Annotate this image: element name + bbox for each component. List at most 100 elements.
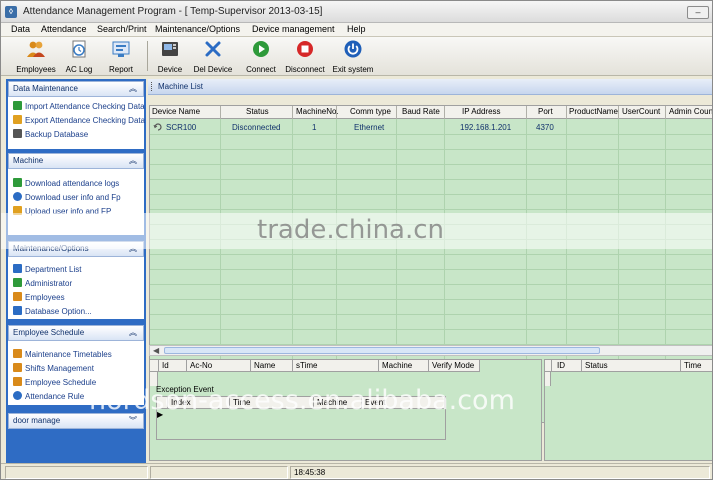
collapse-chevron-icon[interactable]: ︽ bbox=[129, 154, 137, 168]
sidebar-item-download-logs[interactable]: Download attendance logs bbox=[8, 177, 144, 191]
employees-icon bbox=[27, 41, 45, 57]
disconnect-button[interactable]: Disconnect bbox=[283, 39, 327, 74]
column-header[interactable]: Id bbox=[162, 361, 169, 370]
sidebar-item-label: Export Attendance Checking Data bbox=[25, 116, 146, 125]
cell-machine-no: 1 bbox=[312, 123, 317, 132]
log-columns: Id Ac-No Name sTime Machine Verify Mode bbox=[150, 360, 480, 372]
employees-icon bbox=[13, 292, 22, 301]
panel-header-machine[interactable]: Machine ︽ bbox=[8, 153, 144, 169]
column-header[interactable]: UserCount bbox=[622, 107, 660, 116]
machine-list-title: Machine List bbox=[158, 82, 203, 91]
column-header[interactable]: Time bbox=[684, 361, 701, 370]
column-header[interactable]: ProductName bbox=[569, 107, 618, 116]
sidebar-item-employees[interactable]: Employees bbox=[8, 291, 144, 305]
machine-list-header: Machine List bbox=[148, 79, 712, 95]
sidebar-item-database-option[interactable]: Database Option... bbox=[8, 305, 144, 319]
employees-label: Employees bbox=[16, 65, 56, 74]
menu-attendance[interactable]: Attendance bbox=[41, 24, 87, 34]
ac-log-label: AC Log bbox=[65, 65, 93, 74]
device-button[interactable]: Device bbox=[153, 39, 187, 74]
column-header[interactable]: Port bbox=[538, 107, 553, 116]
column-header[interactable]: ID bbox=[557, 361, 565, 370]
side-status-grid[interactable]: ID Status Time bbox=[544, 359, 712, 461]
toolbar-separator bbox=[147, 41, 148, 71]
column-header[interactable]: Ac-No bbox=[190, 361, 212, 370]
ac-log-icon bbox=[72, 40, 86, 58]
import-icon bbox=[13, 101, 22, 110]
download-icon bbox=[13, 178, 22, 187]
column-header[interactable]: IP Address bbox=[462, 107, 501, 116]
collapse-chevron-icon[interactable]: ︽ bbox=[129, 82, 137, 96]
department-icon bbox=[13, 264, 22, 273]
sidebar-item-label: Import Attendance Checking Data bbox=[25, 102, 145, 111]
del-device-button[interactable]: Del Device bbox=[191, 39, 235, 74]
sidebar-item-backup-database[interactable]: Backup Database bbox=[8, 128, 144, 142]
status-panel-2 bbox=[150, 466, 288, 479]
disconnect-icon bbox=[297, 41, 313, 57]
panel-header-data-maintenance[interactable]: Data Maintenance ︽ bbox=[8, 81, 144, 97]
column-header[interactable]: sTime bbox=[296, 361, 317, 370]
sidebar-item-label: Employee Schedule bbox=[25, 378, 97, 387]
ac-log-button[interactable]: AC Log bbox=[61, 39, 97, 74]
title-bar[interactable]: ◊ Attendance Management Program - [ Temp… bbox=[1, 1, 712, 23]
connect-button[interactable]: Connect bbox=[241, 39, 281, 74]
sidebar-item-label: Download attendance logs bbox=[25, 179, 120, 188]
employees-button[interactable]: Employees bbox=[13, 39, 59, 74]
collapse-chevron-icon[interactable]: ︽ bbox=[129, 326, 137, 340]
column-header[interactable]: Device Name bbox=[152, 107, 200, 116]
exit-system-button[interactable]: Exit system bbox=[331, 39, 375, 74]
sidebar-item-label: Administrator bbox=[25, 279, 73, 288]
sidebar-item-label: Employees bbox=[25, 293, 65, 302]
panel-title: Employee Schedule bbox=[13, 328, 85, 337]
rule-icon bbox=[13, 391, 22, 400]
menu-maintenance-options[interactable]: Maintenance/Options bbox=[155, 24, 240, 34]
watermark-alibaba: nordson-access.en.alibaba.com bbox=[89, 385, 515, 416]
status-bar: 18:45:38 bbox=[1, 463, 712, 479]
schedule-icon bbox=[13, 377, 22, 386]
status-time: 18:45:38 bbox=[290, 466, 710, 479]
download-user-icon bbox=[13, 192, 22, 201]
menu-help[interactable]: Help bbox=[347, 24, 366, 34]
column-header[interactable]: Status bbox=[585, 361, 608, 370]
window-title: Attendance Management Program - [ Temp-S… bbox=[23, 6, 323, 17]
sidebar-item-maintenance-timetables[interactable]: Maintenance Timetables bbox=[8, 348, 144, 362]
horizontal-scrollbar[interactable]: ◀ bbox=[149, 345, 712, 356]
administrator-icon bbox=[13, 278, 22, 287]
watermark-trade-china: trade.china.cn bbox=[257, 215, 445, 245]
status-time-text: 18:45:38 bbox=[294, 468, 326, 477]
minimize-button[interactable]: – bbox=[687, 6, 709, 19]
column-header[interactable]: MachineNo. bbox=[296, 107, 339, 116]
status-panel-1 bbox=[5, 466, 148, 479]
scroll-left-icon[interactable]: ◀ bbox=[153, 346, 159, 355]
column-header[interactable]: Admin Count bbox=[669, 107, 712, 116]
sidebar-item-import-data[interactable]: Import Attendance Checking Data bbox=[8, 100, 145, 114]
panel-title: Machine bbox=[13, 156, 44, 165]
sidebar-item-shifts-management[interactable]: Shifts Management bbox=[8, 362, 144, 376]
report-icon bbox=[112, 41, 130, 57]
report-button[interactable]: Report bbox=[101, 39, 141, 74]
sidebar-item-download-user-info[interactable]: Download user info and Fp bbox=[8, 191, 144, 205]
scrollbar-thumb[interactable] bbox=[164, 347, 600, 354]
del-device-label: Del Device bbox=[193, 65, 233, 74]
report-label: Report bbox=[108, 65, 133, 74]
connect-icon bbox=[253, 41, 269, 57]
panel-header-employee-schedule[interactable]: Employee Schedule ︽ bbox=[8, 325, 144, 341]
column-header[interactable]: Baud Rate bbox=[402, 107, 440, 116]
sidebar-item-label: Download user info and Fp bbox=[25, 193, 121, 202]
menu-data[interactable]: Data bbox=[11, 24, 30, 34]
column-header[interactable]: Verify Mode bbox=[432, 361, 474, 370]
menu-search-print[interactable]: Search/Print bbox=[97, 24, 147, 34]
column-header[interactable]: Status bbox=[246, 107, 269, 116]
menu-device-management[interactable]: Device management bbox=[252, 24, 335, 34]
device-icon bbox=[162, 42, 178, 56]
side-columns: ID Status Time bbox=[545, 360, 712, 372]
panel-title: Data Maintenance bbox=[13, 84, 78, 93]
expand-chevron-icon[interactable]: ︾ bbox=[129, 414, 137, 428]
sidebar-item-department-list[interactable]: Department List bbox=[8, 263, 144, 277]
panel-data-maintenance: Data Maintenance ︽ Import Attendance Che… bbox=[8, 81, 146, 149]
column-header[interactable]: Name bbox=[254, 361, 275, 370]
sidebar-item-administrator[interactable]: Administrator bbox=[8, 277, 144, 291]
column-header[interactable]: Comm type bbox=[350, 107, 391, 116]
column-header[interactable]: Machine bbox=[382, 361, 412, 370]
sidebar-item-export-data[interactable]: Export Attendance Checking Data bbox=[8, 114, 146, 128]
